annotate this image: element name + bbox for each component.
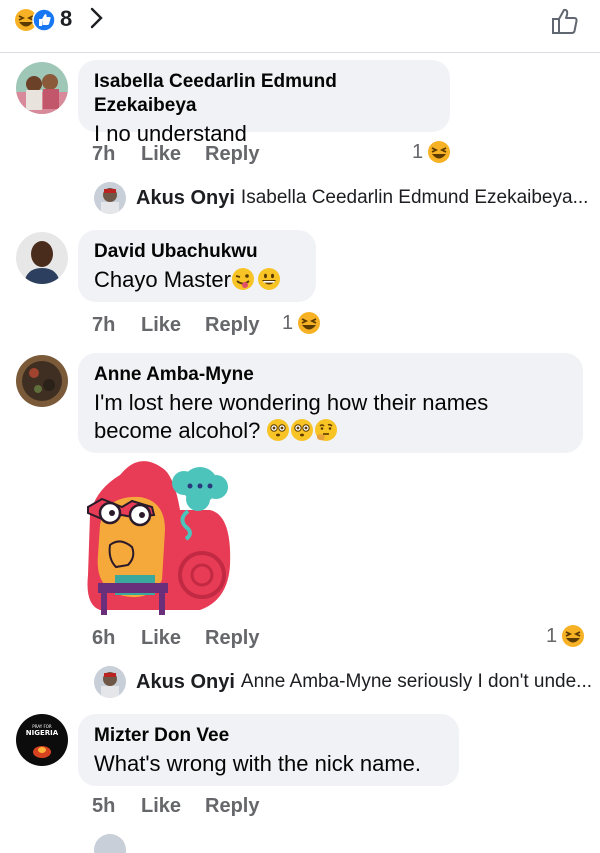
comment-reactions[interactable]: 1 [546, 624, 585, 648]
comment-text-row: Chayo Master [94, 266, 300, 294]
reaction-count: 1 [282, 311, 294, 334]
like-button[interactable]: Like [141, 314, 181, 337]
reaction-count: 1 [412, 140, 424, 163]
avatar[interactable] [94, 834, 126, 853]
comment-author[interactable]: Anne Amba-Myne [94, 363, 567, 387]
winking-tongue-emoji-icon [231, 268, 254, 290]
comment-actions: 7h Like Reply [92, 314, 292, 340]
like-reaction-icon [32, 8, 56, 32]
avatar[interactable]: PRAY FOR NIGERIA [16, 714, 68, 766]
reply-text: Anne Amba-Myne seriously I don't unde... [240, 671, 593, 692]
reply-button[interactable]: Reply [205, 314, 259, 337]
thumbs-up-outline-icon[interactable] [550, 6, 580, 36]
comment-text-row: become alcohol? [94, 417, 567, 445]
grinning-emoji-icon [257, 268, 280, 290]
reply-button[interactable]: Reply [205, 627, 259, 650]
comment-author[interactable]: David Ubachukwu [94, 240, 300, 264]
haha-emoji-icon [562, 625, 585, 647]
haha-emoji-icon [428, 141, 451, 163]
comment-time[interactable]: 5h [92, 795, 115, 818]
avatar[interactable] [16, 232, 68, 284]
comment-author[interactable]: Isabella Ceedarlin Edmund Ezekaibeya [94, 70, 434, 118]
reaction-count[interactable]: 8 [60, 6, 72, 32]
comment-text: I'm lost here wondering how their names [94, 390, 489, 415]
thinking-character-sticker[interactable] [80, 455, 240, 620]
comment-time[interactable]: 6h [92, 627, 115, 650]
reactions-header: 8 [0, 0, 600, 53]
comment-time[interactable]: 7h [92, 143, 115, 166]
comment-actions: 6h Like Reply [92, 627, 292, 653]
comment-actions: 5h Like Reply [92, 795, 292, 821]
like-button[interactable]: Like [141, 627, 181, 650]
reply-text: Isabella Ceedarlin Edmund Ezekaibeya... [240, 187, 589, 208]
comment-bubble[interactable]: Anne Amba-Myne I'm lost here wondering h… [78, 353, 583, 453]
comment-bubble[interactable]: Isabella Ceedarlin Edmund Ezekaibeya I n… [78, 60, 450, 146]
comment-text: Chayo Master [94, 267, 231, 292]
chevron-right-icon[interactable] [88, 5, 106, 31]
haha-emoji-icon [298, 312, 321, 334]
avatar[interactable] [94, 666, 126, 698]
like-button[interactable]: Like [141, 795, 181, 818]
thinking-emoji-icon [315, 419, 338, 441]
svg-text:NIGERIA: NIGERIA [26, 729, 59, 737]
flushed-emoji-icon [267, 419, 290, 441]
reply-preview[interactable]: Akus Onyi Anne Amba-Myne seriously I don… [94, 666, 592, 698]
avatar[interactable] [16, 355, 68, 407]
comment-bubble[interactable]: David Ubachukwu Chayo Master [78, 230, 316, 302]
reply-preview[interactable]: Akus Onyi Isabella Ceedarlin Edmund Ezek… [94, 182, 588, 214]
comment-text: What's wrong with the nick name. [94, 751, 422, 776]
comment-reactions[interactable]: 1 [412, 140, 451, 164]
reaction-count: 1 [546, 624, 558, 647]
reply-author[interactable]: Akus Onyi [136, 671, 235, 694]
comment-text: become alcohol? [94, 418, 261, 443]
reply-author[interactable]: Akus Onyi [136, 187, 235, 210]
comment-reactions[interactable]: 1 [282, 311, 321, 335]
avatar[interactable] [94, 182, 126, 214]
reply-button[interactable]: Reply [205, 143, 259, 166]
like-button[interactable]: Like [141, 143, 181, 166]
reply-button[interactable]: Reply [205, 795, 259, 818]
reaction-icons[interactable] [14, 7, 58, 33]
reply-preview-partial[interactable] [94, 834, 126, 853]
comment-author[interactable]: Mizter Don Vee [94, 724, 443, 748]
comment-bubble[interactable]: Mizter Don Vee What's wrong with the nic… [78, 714, 459, 786]
comment-time[interactable]: 7h [92, 314, 115, 337]
flushed-emoji-icon [291, 419, 314, 441]
avatar[interactable] [16, 62, 68, 114]
